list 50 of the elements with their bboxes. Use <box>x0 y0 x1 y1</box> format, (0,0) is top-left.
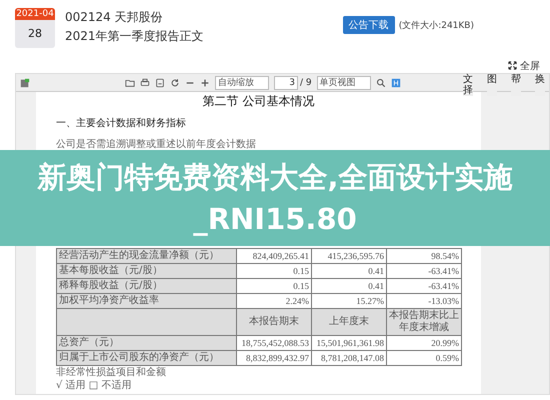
zoom-select[interactable]: 自动缩放 <box>215 76 269 90</box>
table-cell: 824,409,265.41 <box>236 248 312 264</box>
table-cell: 8,832,899,432.97 <box>236 350 312 366</box>
table-cell: 基本每股收益（元/股） <box>56 264 236 278</box>
print-icon[interactable] <box>140 78 150 88</box>
download-button[interactable]: 公告下载 <box>342 16 395 34</box>
table-cell: 0.41 <box>312 264 386 278</box>
document-text: 非经常性损益项目和金额 <box>56 366 167 379</box>
table-cell: 稀释每股收益（元/股） <box>56 278 236 294</box>
side-tab[interactable]: 文择 <box>463 74 473 96</box>
table-cell: 本报告期末比上年度末增减 <box>386 308 462 336</box>
table-cell: 上年度末 <box>312 308 386 336</box>
notice-title: 2021年第一季度报告正文 <box>65 28 204 45</box>
table-cell: 415,236,595.76 <box>312 248 386 264</box>
table-cell: 加权平均净资产收益率 <box>56 294 236 308</box>
table-cell: 本报告期末 <box>236 308 312 336</box>
table-cell: 0.15 <box>236 264 312 278</box>
note-text: 公司是否需追溯调整或重述以前年度会计数据 <box>56 138 257 151</box>
table-cell: 经营活动产生的现金流量净额（元） <box>56 248 236 264</box>
banner-title: 新奥门特免费资料大全,全面设计实施_RNI15.80 <box>36 159 514 238</box>
zoom-in-icon[interactable] <box>200 78 210 88</box>
sidebar-toggle-icon[interactable] <box>20 78 30 88</box>
table-cell: -63.41% <box>386 264 462 278</box>
table-cell: 20.99% <box>386 336 462 350</box>
table-cell: 8,781,208,147.08 <box>312 350 386 366</box>
table-cell: 0.15 <box>236 278 312 294</box>
table-cell: 18,755,452,088.53 <box>236 336 312 350</box>
search-icon[interactable] <box>376 78 386 88</box>
document-text: √ 适用 □ 不适用 <box>56 379 132 392</box>
section-title: 一、主要会计数据和财务指标 <box>56 117 187 130</box>
table-cell: 总资产（元） <box>56 336 236 350</box>
rotate-icon[interactable] <box>170 78 180 88</box>
save-icon[interactable] <box>155 78 165 88</box>
folder-icon[interactable] <box>125 78 135 88</box>
table-cell: -63.41% <box>386 278 462 294</box>
fullscreen-icon[interactable] <box>508 61 517 70</box>
table-cell: 98.54% <box>386 248 462 264</box>
table-cell: 15,501,961,361.98 <box>312 336 386 350</box>
table-cell: 0.59% <box>386 350 462 366</box>
date-day: 28 <box>15 20 55 48</box>
fullscreen-link[interactable]: 全屏 <box>520 58 540 72</box>
view-mode-select[interactable]: 单页视图 <box>316 76 371 90</box>
table-cell: 0.41 <box>312 278 386 294</box>
date-month: 2021-04 <box>15 8 55 20</box>
document-heading: 第二节 公司基本情况 <box>202 94 316 109</box>
table-cell: 归属于上市公司股东的净资产（元） <box>56 350 236 366</box>
notice-title: 002124 天邦股份 <box>65 9 164 26</box>
page-number-field[interactable]: 3 <box>274 76 298 90</box>
file-size: (文件大小:241KB) <box>398 20 474 32</box>
page-total: / 9 <box>300 78 312 88</box>
